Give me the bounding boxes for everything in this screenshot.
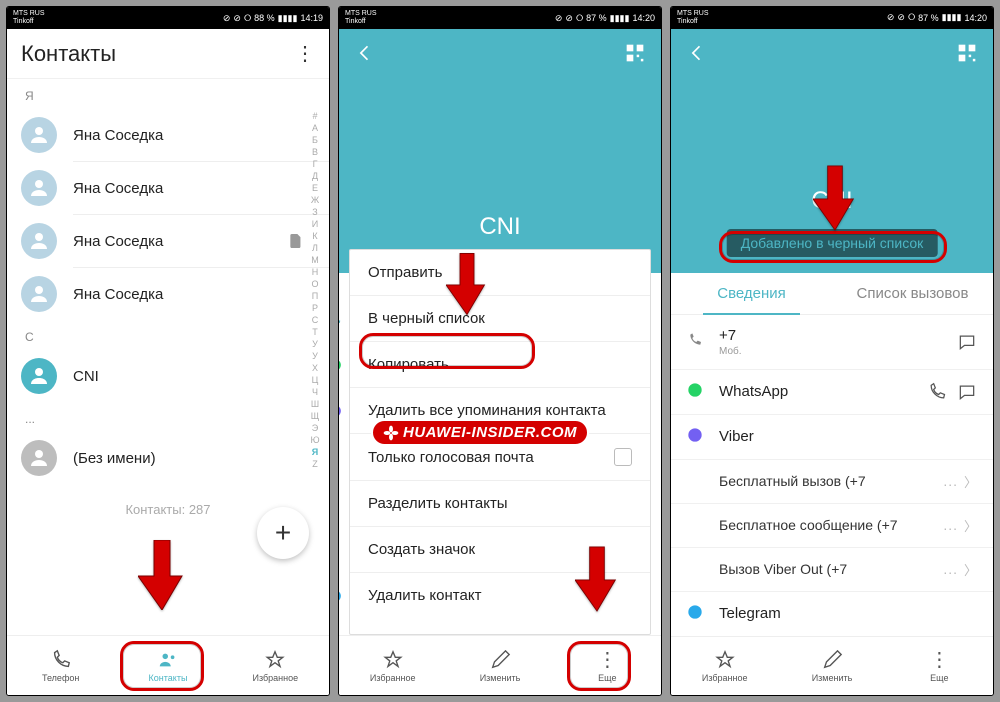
nav-favorites[interactable]: Избранное xyxy=(339,636,446,695)
contact-row[interactable]: CNI xyxy=(7,350,329,402)
annotation-highlight xyxy=(120,641,204,691)
annotation-arrow-icon xyxy=(138,540,186,615)
statusbar: MTS RUSTinkoff ⊘ ⊘ ⭘ 88 % ▮▮▮▮ 14:19 xyxy=(7,7,329,29)
annotation-highlight xyxy=(567,641,631,691)
telegram-icon xyxy=(687,604,707,624)
qr-icon[interactable] xyxy=(623,41,647,65)
contact-row[interactable]: Яна Соседка xyxy=(7,268,329,320)
bottom-nav: Избранное Изменить ⋮ Еще xyxy=(671,636,993,695)
nav-phone[interactable]: Телефон xyxy=(7,636,114,695)
row-viber-out[interactable]: Вызов Viber Out (+7...〉 xyxy=(671,548,993,592)
overflow-menu-button[interactable]: ⋮ xyxy=(295,41,315,66)
checkbox[interactable] xyxy=(614,448,632,466)
nav-favorites[interactable]: Избранное xyxy=(222,636,329,695)
back-button[interactable] xyxy=(353,41,377,65)
screen-contacts-list: MTS RUSTinkoff ⊘ ⊘ ⭘ 88 % ▮▮▮▮ 14:19 Кон… xyxy=(6,6,330,696)
row-viber[interactable]: Viber xyxy=(671,415,993,460)
clock: 14:19 xyxy=(300,13,323,23)
avatar xyxy=(21,223,57,259)
contact-row[interactable]: Яна Соседка xyxy=(7,162,329,214)
contact-name-title: CNI xyxy=(339,213,661,241)
battery-icon: ⭘ xyxy=(244,13,251,24)
add-contact-fab[interactable]: + xyxy=(257,507,309,559)
star-icon xyxy=(714,649,736,671)
dnd-icon: ⊘ xyxy=(233,13,241,24)
telegram-icon xyxy=(338,589,342,603)
tabs: Сведения Список вызовов xyxy=(671,273,993,315)
phone-icon xyxy=(338,312,342,326)
row-whatsapp[interactable]: WhatsApp xyxy=(671,370,993,415)
alarm-icon: ⊘ xyxy=(223,13,231,24)
avatar xyxy=(21,276,57,312)
sim-icon xyxy=(289,234,301,248)
screen-contact-menu: MTS RUSTinkoff ⊘⊘⭘ 87 % ▮▮▮▮ 14:20 CNI О… xyxy=(338,6,662,696)
message-icon[interactable] xyxy=(957,332,977,352)
nav-edit[interactable]: Изменить xyxy=(446,636,553,695)
more-icon: ⋮ xyxy=(929,649,949,671)
page-title: Контакты xyxy=(21,41,116,67)
avatar xyxy=(21,117,57,153)
row-phone[interactable]: +7Моб. xyxy=(671,315,993,370)
call-icon[interactable] xyxy=(927,382,947,402)
alphabet-scroller[interactable]: #АБВГДЕЖЗИКЛМНОПРСТУУХЦЧШЩЭЮЯZ xyxy=(307,111,323,625)
annotation-arrow-icon xyxy=(813,165,857,236)
section-header: Я xyxy=(7,79,329,109)
whatsapp-icon xyxy=(338,358,342,372)
tab-calls[interactable]: Список вызовов xyxy=(832,273,993,314)
huawei-flower-icon xyxy=(383,425,399,441)
viber-icon xyxy=(687,427,707,447)
annotation-arrow-icon xyxy=(446,253,488,320)
tab-info[interactable]: Сведения xyxy=(671,273,832,314)
contact-row[interactable]: Яна Соседка xyxy=(7,109,329,161)
star-icon xyxy=(264,649,286,671)
screen-contact-details: MTS RUSTinkoff ⊘⊘⭘ 87 % ▮▮▮▮ 14:20 CNI Д… xyxy=(670,6,994,696)
annotation-highlight xyxy=(359,333,535,369)
watermark: HUAWEI-INSIDER.COM xyxy=(371,419,589,446)
menu-item-send[interactable]: Отправить xyxy=(350,250,650,296)
whatsapp-icon xyxy=(687,382,707,402)
battery-percent: 88 % xyxy=(254,13,275,23)
nav-more[interactable]: ⋮ Еще xyxy=(886,637,993,695)
menu-item-split[interactable]: Разделить контакты xyxy=(350,481,650,527)
contact-row[interactable]: (Без имени) xyxy=(7,432,329,484)
avatar xyxy=(21,170,57,206)
section-header: C xyxy=(7,320,329,350)
message-icon[interactable] xyxy=(957,382,977,402)
avatar xyxy=(21,440,57,476)
viber-icon xyxy=(338,404,342,418)
phone-icon xyxy=(50,649,72,671)
section-header: ... xyxy=(7,402,329,432)
contact-row[interactable]: Яна Соседка xyxy=(7,215,329,267)
qr-icon[interactable] xyxy=(955,41,979,65)
back-button[interactable] xyxy=(685,41,709,65)
phone-icon xyxy=(687,332,707,352)
statusbar: MTS RUSTinkoff ⊘⊘⭘ 87 % ▮▮▮▮ 14:20 xyxy=(339,7,661,29)
row-free-call[interactable]: Бесплатный вызов (+7...〉 xyxy=(671,460,993,504)
edit-icon xyxy=(821,649,843,671)
edit-icon xyxy=(489,649,511,671)
nav-edit[interactable]: Изменить xyxy=(778,637,885,695)
annotation-arrow-icon xyxy=(575,546,619,617)
app-header: Контакты ⋮ xyxy=(7,29,329,79)
signal-icon: ▮▮▮▮ xyxy=(278,13,298,24)
nav-favorites[interactable]: Избранное xyxy=(671,637,778,695)
avatar xyxy=(21,358,57,394)
star-icon xyxy=(382,649,404,671)
statusbar: MTS RUSTinkoff ⊘⊘⭘ 87 % ▮▮▮▮ 14:20 xyxy=(671,7,993,29)
row-telegram[interactable]: Telegram xyxy=(671,592,993,636)
row-free-message[interactable]: Бесплатное сообщение (+7...〉 xyxy=(671,504,993,548)
